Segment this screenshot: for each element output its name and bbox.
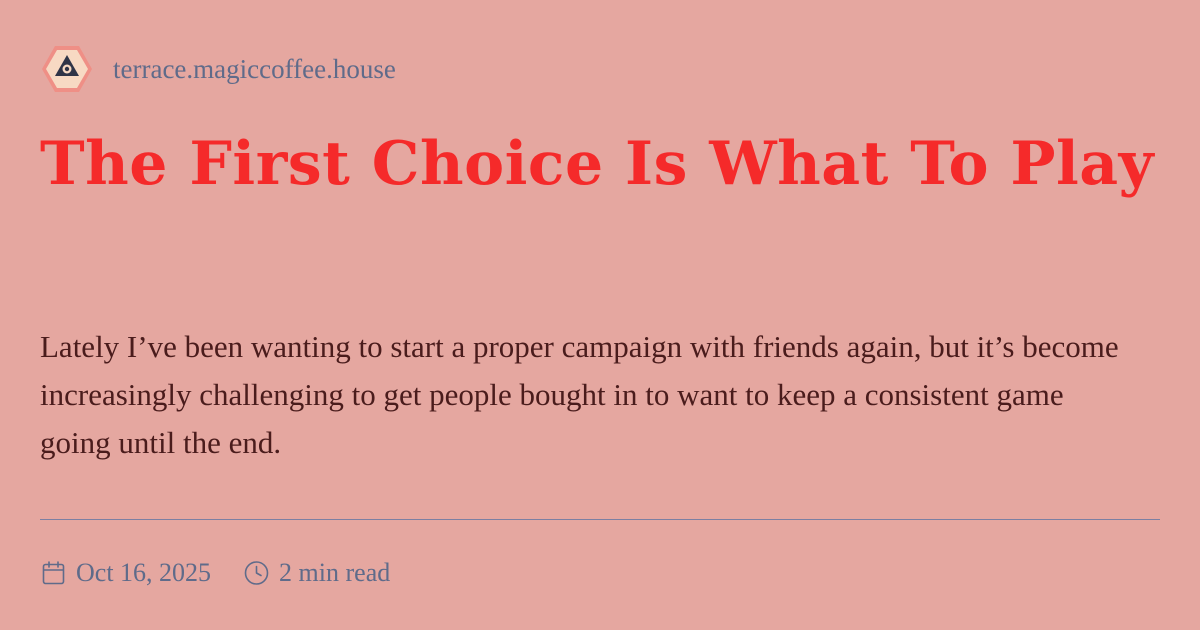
site-header: terrace.magiccoffee.house bbox=[41, 44, 396, 94]
calendar-icon bbox=[42, 561, 65, 585]
post-read-time: 2 min read bbox=[244, 560, 390, 586]
site-name[interactable]: terrace.magiccoffee.house bbox=[113, 55, 396, 83]
post-excerpt: Lately I’ve been wanting to start a prop… bbox=[40, 329, 1119, 460]
post-title: The First Choice Is What To Play bbox=[40, 129, 1155, 199]
post-read-time-text: 2 min read bbox=[279, 558, 391, 587]
hexagon-eye-logo-icon[interactable] bbox=[41, 44, 93, 94]
post-date-text: Oct 16, 2025 bbox=[76, 558, 212, 587]
divider bbox=[40, 519, 1160, 520]
post-date: Oct 16, 2025 bbox=[41, 560, 211, 586]
clock-icon bbox=[244, 561, 269, 585]
post-meta: Oct 16, 2025 2 min read bbox=[41, 558, 390, 588]
